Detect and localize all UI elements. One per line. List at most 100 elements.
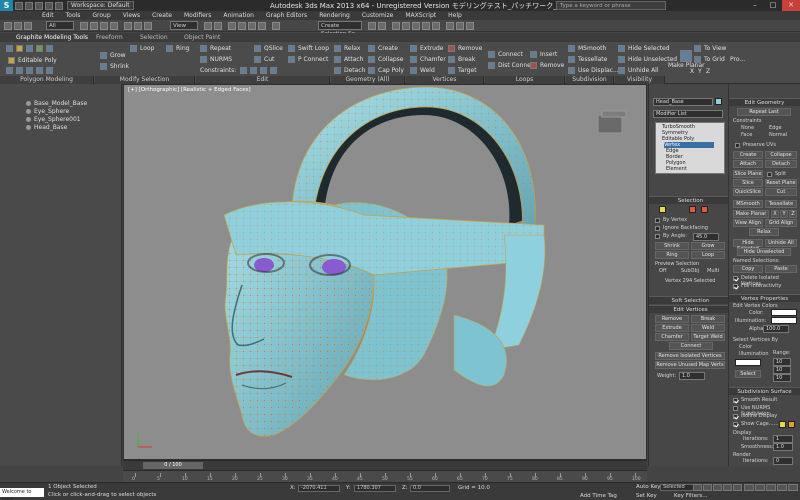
reference-coord-dropdown[interactable]: View bbox=[170, 21, 198, 30]
tab-selection[interactable]: Selection bbox=[140, 34, 168, 41]
use-displac-button[interactable]: Use Displac... bbox=[568, 67, 619, 74]
group-subdivision[interactable]: Subdivision bbox=[566, 76, 614, 84]
cut-button[interactable]: Cut bbox=[765, 188, 797, 196]
collapse-button[interactable]: Collapse bbox=[765, 151, 797, 159]
edit-named-selection-icon[interactable] bbox=[272, 22, 280, 30]
object-name-field[interactable]: Head_Base bbox=[653, 98, 713, 106]
to-grid-button[interactable]: To Grid bbox=[694, 56, 725, 63]
alpha-input[interactable]: 100.0 bbox=[763, 325, 789, 333]
unhide-all-button[interactable]: Unhide All bbox=[618, 67, 659, 74]
collapse-button[interactable]: Collapse bbox=[368, 56, 404, 63]
menu-maxscript[interactable]: MAXScript bbox=[405, 12, 436, 19]
range-g-input[interactable]: 10 bbox=[773, 366, 791, 374]
group-polygon-modeling[interactable]: Polygon Modeling bbox=[0, 76, 94, 84]
select-button[interactable]: Select bbox=[735, 370, 761, 378]
visibility-icon[interactable] bbox=[26, 125, 31, 130]
scale-icon[interactable] bbox=[144, 22, 152, 30]
workspace-dropdown[interactable]: Workspace: Default bbox=[67, 1, 134, 10]
by-vertex-checkbox[interactable] bbox=[655, 218, 660, 223]
shrink-button[interactable]: Shrink bbox=[100, 63, 129, 70]
cage-selection-swatch[interactable] bbox=[788, 421, 795, 428]
tessellate-button[interactable]: Tessellate bbox=[568, 56, 607, 63]
app-logo-icon[interactable]: S bbox=[0, 0, 13, 11]
grow-button[interactable]: Grow bbox=[691, 242, 725, 250]
align-z-button[interactable]: Z bbox=[706, 68, 710, 75]
extrude-button[interactable]: Extrude bbox=[655, 324, 689, 332]
orbit-icon[interactable] bbox=[777, 484, 787, 491]
swift-loop-button[interactable]: Swift Loop bbox=[288, 45, 329, 52]
menu-tools[interactable]: Tools bbox=[66, 12, 81, 19]
constraint-edge-icon[interactable] bbox=[250, 67, 257, 74]
target-weld-button[interactable]: Target Weld bbox=[691, 333, 725, 341]
rotate-icon[interactable] bbox=[134, 22, 142, 30]
menu-modifiers[interactable]: Modifiers bbox=[184, 12, 211, 19]
illumination-swatch[interactable] bbox=[771, 317, 797, 324]
group-edit[interactable]: Edit bbox=[196, 76, 330, 84]
border-mode-icon[interactable] bbox=[26, 45, 33, 52]
chamfer-button[interactable]: Chamfer bbox=[655, 333, 689, 341]
named-selection-dropdown[interactable]: Create Selection Se bbox=[318, 21, 362, 37]
element-level-icon[interactable] bbox=[701, 206, 708, 213]
group-geometry[interactable]: Geometry (All) bbox=[331, 76, 405, 84]
redo-icon[interactable] bbox=[14, 22, 22, 30]
select-object-icon[interactable] bbox=[80, 22, 88, 30]
move-icon[interactable] bbox=[124, 22, 132, 30]
align-icon[interactable] bbox=[378, 22, 386, 30]
go-to-end-icon[interactable] bbox=[733, 484, 742, 491]
insert-button[interactable]: Insert bbox=[530, 51, 557, 58]
polymodel-icons[interactable] bbox=[6, 45, 56, 52]
select-color-swatch[interactable] bbox=[735, 359, 761, 366]
mirror-icon[interactable] bbox=[368, 22, 376, 30]
graphite-toggle-icon[interactable] bbox=[402, 22, 410, 30]
visibility-icon[interactable] bbox=[26, 101, 31, 106]
snap-toggle-icon[interactable] bbox=[228, 22, 236, 30]
key-filters-button[interactable]: Key Filters... bbox=[674, 493, 707, 499]
stack-icon-2[interactable] bbox=[16, 67, 23, 74]
weight-input[interactable]: 1.0 bbox=[679, 372, 705, 380]
vertex-mode-icon[interactable] bbox=[6, 45, 13, 52]
preview-off-radio[interactable]: Off bbox=[659, 268, 666, 274]
element-mode-icon[interactable] bbox=[46, 45, 53, 52]
auto-key-button[interactable]: Auto Key bbox=[636, 484, 661, 490]
msmooth-button[interactable]: MSmooth bbox=[733, 200, 763, 208]
preview-multi-radio[interactable]: Multi bbox=[707, 268, 719, 274]
by-angle-checkbox[interactable] bbox=[655, 234, 660, 239]
planar-z-button[interactable]: Z bbox=[789, 210, 797, 218]
weld-button[interactable]: Weld bbox=[410, 67, 435, 74]
connect-button[interactable]: Connect bbox=[669, 342, 713, 350]
remove-button[interactable]: Remove bbox=[448, 45, 482, 52]
loop-button[interactable]: Loop bbox=[130, 45, 154, 52]
connect-button[interactable]: Connect bbox=[488, 51, 523, 58]
edit-geometry-rollout[interactable]: Edit Geometry bbox=[729, 98, 800, 106]
tab-object-paint[interactable]: Object Paint bbox=[184, 34, 220, 41]
previous-frame-icon[interactable] bbox=[703, 484, 712, 491]
copy-button[interactable]: Copy bbox=[733, 265, 763, 273]
play-icon[interactable] bbox=[713, 484, 722, 491]
visibility-icon[interactable] bbox=[26, 117, 31, 122]
vertex-level-icon[interactable] bbox=[659, 206, 666, 213]
pivot-icon[interactable] bbox=[204, 22, 212, 30]
scene-item[interactable]: Base_Model_Base bbox=[26, 100, 87, 107]
pan-icon[interactable] bbox=[766, 484, 776, 491]
constraint-face-radio[interactable]: Face bbox=[741, 132, 752, 138]
curve-editor-icon[interactable] bbox=[412, 22, 420, 30]
remove-isolated-button[interactable]: Remove Isolated Vertices bbox=[655, 352, 725, 360]
full-interactivity-checkbox[interactable] bbox=[733, 284, 738, 289]
modifier-list-dropdown[interactable]: Modifier List bbox=[653, 110, 723, 118]
preserve-uvs-checkbox[interactable] bbox=[735, 143, 740, 148]
time-slider-track[interactable]: 0 / 100 bbox=[123, 460, 647, 470]
edge-mode-icon[interactable] bbox=[16, 45, 23, 52]
extrude-button[interactable]: Extrude bbox=[410, 45, 443, 52]
tab-graphite-modeling-tools[interactable]: Graphite Modeling Tools bbox=[16, 34, 88, 41]
constraint-face-icon[interactable] bbox=[260, 67, 267, 74]
loop-button[interactable]: Loop bbox=[691, 251, 725, 259]
rectangle-selection-icon[interactable] bbox=[100, 22, 108, 30]
smoothness-input[interactable]: 1.0 bbox=[773, 443, 793, 451]
maximize-viewport-icon[interactable] bbox=[788, 484, 798, 491]
weld-button[interactable]: Weld bbox=[691, 324, 725, 332]
open-file-icon[interactable] bbox=[25, 1, 33, 10]
group-modify-selection[interactable]: Modify Selection bbox=[95, 76, 195, 84]
maxscript-listener[interactable]: Welcome to MAX bbox=[0, 488, 44, 500]
slice-button[interactable]: Slice bbox=[733, 179, 763, 187]
viewport-label[interactable]: [+] [Orthographic] [Realistic + Edged Fa… bbox=[128, 87, 251, 93]
